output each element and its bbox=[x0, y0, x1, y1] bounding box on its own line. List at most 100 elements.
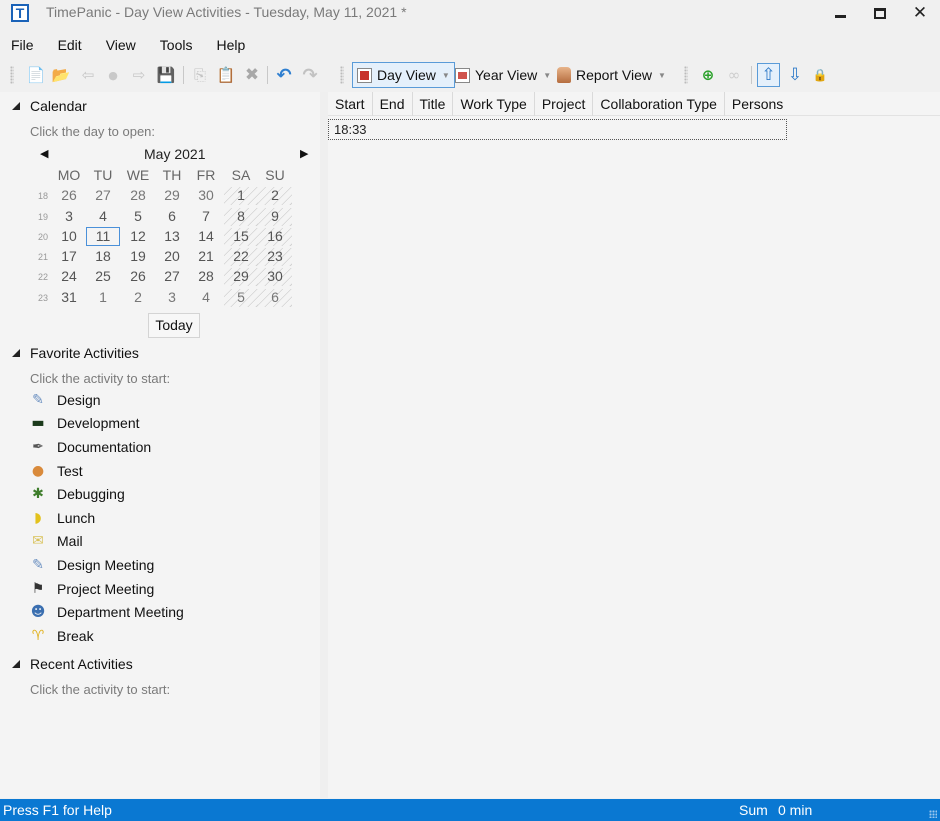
day-view-button[interactable]: Day View ▼ bbox=[352, 62, 455, 88]
calendar-day[interactable]: 20 bbox=[155, 248, 189, 264]
calendar-day[interactable]: 1 bbox=[86, 289, 120, 305]
calendar-day[interactable]: 9 bbox=[258, 207, 292, 226]
calendar-day[interactable]: 17 bbox=[52, 248, 86, 264]
calendar-day[interactable]: 30 bbox=[258, 268, 292, 287]
paste-button[interactable]: 📋 bbox=[216, 65, 236, 85]
toolbar-grip[interactable] bbox=[340, 66, 344, 84]
favorite-activity-item[interactable]: ☻ Department Meeting bbox=[28, 600, 184, 624]
column-persons[interactable]: Persons bbox=[725, 92, 790, 116]
calendar-day[interactable]: 4 bbox=[189, 289, 223, 305]
calendar-day[interactable]: 6 bbox=[258, 288, 292, 307]
close-button[interactable]: ✕ bbox=[900, 0, 940, 26]
column-work-type[interactable]: Work Type bbox=[453, 92, 535, 116]
calendar-day[interactable]: 8 bbox=[224, 207, 258, 226]
favorite-activity-item[interactable]: ✉ Mail bbox=[28, 530, 184, 554]
back-button[interactable]: ⇦ bbox=[78, 65, 98, 85]
calendar-day[interactable]: 23 bbox=[258, 248, 292, 267]
calendar-day[interactable]: 14 bbox=[189, 228, 223, 244]
calendar-day[interactable]: 29 bbox=[224, 268, 258, 287]
toolbar-grip[interactable] bbox=[684, 66, 688, 84]
calendar-day[interactable]: 3 bbox=[155, 289, 189, 305]
undo-button[interactable]: ↶ bbox=[274, 65, 294, 86]
maximize-button[interactable] bbox=[860, 0, 900, 26]
favorite-activity-item[interactable]: ⚑ Project Meeting bbox=[28, 577, 184, 601]
delete-button[interactable]: ✖ bbox=[242, 65, 262, 85]
favorite-activity-item[interactable]: ▬ Development bbox=[28, 412, 184, 436]
resize-grip[interactable] bbox=[929, 810, 937, 818]
panel-splitter[interactable] bbox=[320, 92, 328, 798]
start-time-cell[interactable]: 18:33 bbox=[334, 122, 367, 137]
month-title[interactable]: May 2021 bbox=[144, 146, 205, 162]
report-view-button[interactable]: Report View ▼ bbox=[553, 62, 670, 88]
year-view-button[interactable]: Year View ▼ bbox=[451, 62, 555, 88]
calendar-day[interactable]: 19 bbox=[121, 248, 155, 264]
favorite-activity-item[interactable]: ✎ Design Meeting bbox=[28, 553, 184, 577]
add-activity-button[interactable]: ⊕ bbox=[698, 65, 718, 85]
calendar-day[interactable]: 27 bbox=[86, 187, 120, 203]
menu-tools[interactable]: Tools bbox=[149, 34, 193, 56]
calendar-day[interactable]: 10 bbox=[52, 228, 86, 244]
calendar-day[interactable]: 12 bbox=[121, 228, 155, 244]
calendar-day[interactable]: 18 bbox=[86, 248, 120, 264]
chevron-down-icon[interactable]: ▼ bbox=[543, 71, 551, 80]
menu-help[interactable]: Help bbox=[205, 34, 245, 56]
favorite-activity-item[interactable]: ✎ Design bbox=[28, 388, 184, 412]
calendar-day[interactable]: 5 bbox=[121, 208, 155, 224]
redo-button[interactable]: ↷ bbox=[300, 65, 320, 86]
favorite-activity-item[interactable]: ● Test bbox=[28, 459, 184, 483]
calendar-day[interactable]: 3 bbox=[52, 208, 86, 224]
move-down-button[interactable]: ⇩ bbox=[785, 65, 805, 85]
menu-file[interactable]: File bbox=[0, 34, 34, 56]
calendar-day[interactable]: 26 bbox=[121, 268, 155, 284]
link-button[interactable]: ∞ bbox=[724, 65, 744, 85]
calendar-day[interactable]: 27 bbox=[155, 268, 189, 284]
column-end[interactable]: End bbox=[373, 92, 413, 116]
favorite-activity-item[interactable]: ✒ Documentation bbox=[28, 435, 184, 459]
calendar-day[interactable]: 25 bbox=[86, 268, 120, 284]
calendar-day[interactable]: 30 bbox=[189, 187, 223, 203]
new-button[interactable]: 📄 bbox=[26, 65, 46, 85]
calendar-day[interactable]: 28 bbox=[189, 268, 223, 284]
move-up-button[interactable]: ⇧ bbox=[757, 63, 780, 87]
calendar-day[interactable]: 24 bbox=[52, 268, 86, 284]
chevron-down-icon[interactable]: ▼ bbox=[658, 71, 666, 80]
calendar-day[interactable]: 4 bbox=[86, 208, 120, 224]
save-button[interactable]: 💾 bbox=[156, 65, 176, 85]
favorite-activity-item[interactable]: ◗ Lunch bbox=[28, 506, 184, 530]
calendar-day[interactable]: 2 bbox=[121, 289, 155, 305]
calendar-day[interactable]: 2 bbox=[258, 187, 292, 206]
collapse-triangle-icon[interactable] bbox=[12, 660, 20, 668]
copy-button[interactable]: ⎘ bbox=[190, 65, 210, 85]
calendar-day[interactable]: 1 bbox=[224, 187, 258, 206]
calendar-day[interactable]: 6 bbox=[155, 208, 189, 224]
column-project[interactable]: Project bbox=[535, 92, 594, 116]
column-collaboration-type[interactable]: Collaboration Type bbox=[593, 92, 725, 116]
toolbar-grip[interactable] bbox=[10, 66, 14, 84]
calendar-day[interactable]: 31 bbox=[52, 289, 86, 305]
calendar-day[interactable]: 21 bbox=[189, 248, 223, 264]
collapse-triangle-icon[interactable] bbox=[12, 102, 20, 110]
calendar-day[interactable]: 15 bbox=[224, 227, 258, 246]
calendar-day[interactable]: 13 bbox=[155, 228, 189, 244]
calendar-day[interactable]: 16 bbox=[258, 227, 292, 246]
menu-view[interactable]: View bbox=[95, 34, 136, 56]
calendar-day[interactable]: 26 bbox=[52, 187, 86, 203]
prev-month-button[interactable]: ◀ bbox=[40, 147, 48, 160]
lock-button[interactable]: 🔒 bbox=[810, 65, 830, 85]
table-row[interactable]: 18:33 bbox=[328, 119, 787, 140]
calendar-day-selected[interactable]: 11 bbox=[86, 226, 120, 246]
today-button[interactable]: Today bbox=[148, 313, 200, 338]
calendar-day[interactable]: 22 bbox=[224, 248, 258, 267]
calendar-day[interactable]: 29 bbox=[155, 187, 189, 203]
open-button[interactable]: 📂 bbox=[51, 65, 71, 85]
calendar-day[interactable]: 28 bbox=[121, 187, 155, 203]
calendar-day[interactable]: 5 bbox=[224, 288, 258, 307]
column-start[interactable]: Start bbox=[328, 92, 373, 116]
record-button[interactable]: ● bbox=[103, 65, 123, 85]
next-month-button[interactable]: ▶ bbox=[300, 147, 308, 160]
collapse-triangle-icon[interactable] bbox=[12, 349, 20, 357]
menu-edit[interactable]: Edit bbox=[47, 34, 82, 56]
favorite-activity-item[interactable]: ✱ Debugging bbox=[28, 482, 184, 506]
favorite-activity-item[interactable]: ♈ Break bbox=[28, 624, 184, 648]
column-title[interactable]: Title bbox=[413, 92, 454, 116]
